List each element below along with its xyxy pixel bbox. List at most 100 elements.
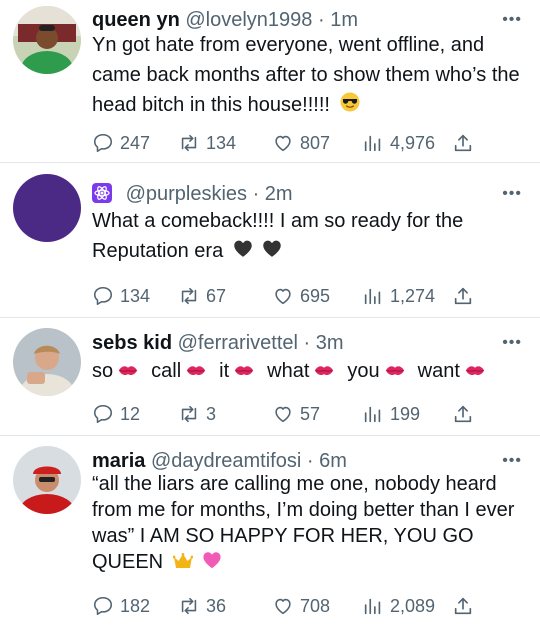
views-button[interactable]: 4,976	[362, 130, 435, 156]
retweet-button[interactable]: 3	[178, 401, 216, 427]
share-button[interactable]	[452, 401, 480, 427]
retweet-count: 134	[206, 132, 237, 153]
heart-icon	[272, 403, 294, 425]
share-icon	[452, 595, 474, 617]
crown-icon	[172, 550, 194, 576]
like-count: 708	[300, 595, 331, 616]
tweet-header: @purpleskies · 2m	[92, 181, 490, 207]
tweet-word: want	[417, 360, 460, 382]
views-count: 199	[390, 403, 421, 424]
handle[interactable]: @purpleskies	[126, 183, 247, 205]
tweet-text: Yn got hate from everyone, went offline,…	[92, 30, 522, 121]
reply-icon	[92, 595, 114, 617]
views-button[interactable]: 1,274	[362, 283, 435, 309]
sunglasses-icon	[340, 91, 360, 121]
retweet-icon	[178, 285, 200, 307]
tweet-word: call	[151, 360, 182, 382]
share-icon	[452, 132, 474, 154]
black-heart-icon	[262, 237, 282, 267]
retweet-button[interactable]: 134	[178, 130, 236, 156]
tweet-text-content: “all the liars are calling me one, nobod…	[92, 473, 515, 573]
reply-button[interactable]: 247	[92, 130, 150, 156]
handle[interactable]: @lovelyn1998	[185, 9, 312, 31]
action-bar: 182 36 708 2,089	[92, 593, 492, 619]
more-options-button[interactable]: •••	[502, 186, 522, 202]
share-button[interactable]	[452, 130, 480, 156]
reply-button[interactable]: 12	[92, 401, 140, 427]
avatar[interactable]	[13, 174, 81, 242]
black-heart-icon	[233, 237, 253, 267]
reply-count: 182	[120, 595, 151, 616]
display-name[interactable]: maria	[92, 450, 145, 472]
like-count: 695	[300, 285, 331, 306]
tweet-text: “all the liars are calling me one, nobod…	[92, 471, 517, 576]
tweet-3[interactable]: sebs kid @ferrarivettel · 3m ••• so call i…	[0, 318, 540, 436]
more-options-button[interactable]: •••	[502, 453, 522, 469]
kiss-mark-icon	[117, 357, 139, 387]
timestamp[interactable]: · 3m	[304, 332, 344, 354]
retweet-count: 67	[206, 285, 227, 306]
like-button[interactable]: 708	[272, 593, 330, 619]
reply-icon	[92, 285, 114, 307]
views-count: 4,976	[390, 132, 436, 153]
share-icon	[452, 403, 474, 425]
share-button[interactable]	[452, 593, 480, 619]
tweet-text-content: Yn got hate from everyone, went offline,…	[92, 34, 520, 116]
views-icon	[362, 132, 384, 154]
kiss-mark-icon	[384, 357, 406, 387]
views-icon	[362, 285, 384, 307]
tweet-2[interactable]: @purpleskies · 2m ••• What a comeback!!!…	[0, 163, 540, 318]
reply-button[interactable]: 182	[92, 593, 150, 619]
views-button[interactable]: 2,089	[362, 593, 435, 619]
action-bar: 247 134 807 4,976	[92, 130, 492, 156]
reply-count: 12	[120, 403, 141, 424]
kiss-mark-icon	[313, 357, 335, 387]
tweet-word: so	[92, 360, 114, 382]
timestamp[interactable]: · 1m	[318, 9, 358, 31]
avatar[interactable]	[13, 6, 81, 74]
display-name[interactable]: sebs kid	[92, 332, 172, 354]
like-button[interactable]: 57	[272, 401, 320, 427]
heart-icon	[272, 285, 294, 307]
views-count: 2,089	[390, 595, 436, 616]
like-button[interactable]: 807	[272, 130, 330, 156]
timestamp[interactable]: · 6m	[307, 450, 347, 472]
retweet-icon	[178, 132, 200, 154]
views-icon	[362, 403, 384, 425]
kiss-mark-icon	[464, 357, 486, 387]
like-button[interactable]: 695	[272, 283, 330, 309]
retweet-count: 3	[206, 403, 217, 424]
pink-heart-icon	[202, 550, 222, 576]
timestamp[interactable]: · 2m	[253, 183, 293, 205]
tweet-word: it	[219, 360, 230, 382]
avatar[interactable]	[13, 328, 81, 396]
like-count: 57	[300, 403, 321, 424]
more-options-button[interactable]: •••	[502, 12, 522, 28]
kiss-mark-icon	[233, 357, 255, 387]
like-count: 807	[300, 132, 331, 153]
views-button[interactable]: 199	[362, 401, 420, 427]
tweet-text: What a comeback!!!! I am so ready for th…	[92, 206, 522, 267]
handle[interactable]: @ferrarivettel	[178, 332, 298, 354]
reply-count: 247	[120, 132, 151, 153]
heart-icon	[272, 132, 294, 154]
retweet-icon	[178, 403, 200, 425]
display-name[interactable]: queen yn	[92, 9, 180, 31]
action-bar: 134 67 695 1,274	[92, 283, 492, 309]
tweet-word: what	[267, 360, 310, 382]
heart-icon	[272, 595, 294, 617]
handle[interactable]: @daydreamtifosi	[151, 450, 301, 472]
tweet-header: sebs kid @ferrarivettel · 3m	[92, 330, 490, 356]
avatar[interactable]	[13, 446, 81, 514]
retweet-button[interactable]: 67	[178, 283, 226, 309]
views-count: 1,274	[390, 285, 436, 306]
tweet-1[interactable]: queen yn @lovelyn1998 · 1m ••• Yn got ha…	[0, 0, 540, 163]
share-button[interactable]	[452, 283, 480, 309]
retweet-button[interactable]: 36	[178, 593, 226, 619]
more-options-button[interactable]: •••	[502, 335, 522, 351]
reply-button[interactable]: 134	[92, 283, 150, 309]
action-bar: 12 3 57 199	[92, 401, 492, 427]
kiss-mark-icon	[185, 357, 207, 387]
reply-icon	[92, 132, 114, 154]
tweet-4[interactable]: maria @daydreamtifosi · 6m ••• “all the …	[0, 436, 540, 625]
